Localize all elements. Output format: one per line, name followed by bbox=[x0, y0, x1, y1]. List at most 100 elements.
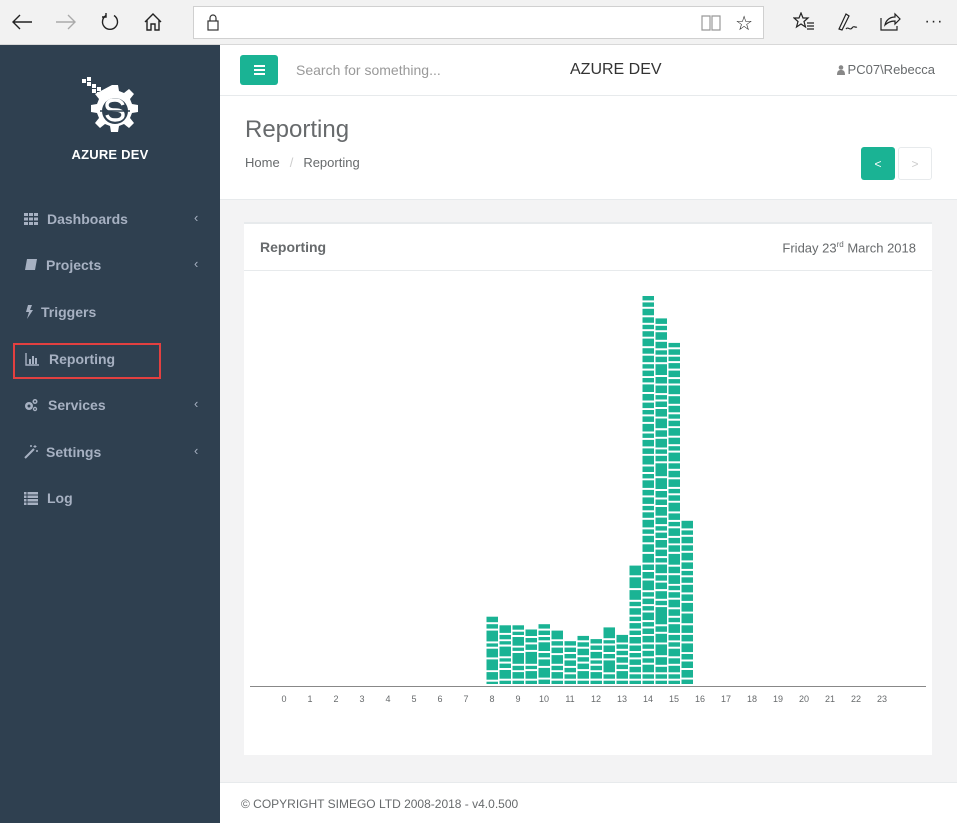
bar-segment[interactable] bbox=[668, 479, 681, 487]
bar-segment[interactable] bbox=[603, 645, 616, 653]
bar-segment[interactable] bbox=[616, 680, 629, 684]
bar-segment[interactable] bbox=[642, 331, 655, 337]
bar-segment[interactable] bbox=[681, 661, 694, 669]
bar-segment[interactable] bbox=[629, 653, 642, 658]
favorites-hub-button[interactable] bbox=[790, 8, 818, 36]
bar-segment[interactable] bbox=[525, 671, 538, 679]
bar-segment[interactable] bbox=[551, 665, 564, 671]
bar-segment[interactable] bbox=[668, 379, 681, 384]
bar-segment[interactable] bbox=[655, 438, 668, 448]
bar-segment[interactable] bbox=[525, 638, 538, 643]
bar-segment[interactable] bbox=[668, 463, 681, 469]
bar-segment[interactable] bbox=[668, 609, 681, 616]
bar-segment[interactable] bbox=[655, 418, 668, 429]
bar-segment[interactable] bbox=[655, 385, 668, 394]
bar-segment[interactable] bbox=[668, 446, 681, 451]
bar-segment[interactable] bbox=[629, 623, 642, 629]
bar-segment[interactable] bbox=[538, 667, 551, 678]
bar-segment[interactable] bbox=[668, 470, 681, 478]
bar-segment[interactable] bbox=[668, 674, 681, 679]
bar-segment[interactable] bbox=[655, 409, 668, 417]
bar-segment[interactable] bbox=[629, 637, 642, 644]
bar[interactable] bbox=[499, 625, 512, 684]
home-button[interactable] bbox=[139, 8, 167, 36]
book-icon[interactable] bbox=[701, 14, 721, 32]
bar-segment[interactable] bbox=[499, 625, 512, 633]
bar-segment[interactable] bbox=[681, 594, 694, 601]
bar-segment[interactable] bbox=[486, 643, 499, 647]
bar-segment[interactable] bbox=[525, 680, 538, 684]
bar-segment[interactable] bbox=[564, 660, 577, 666]
bar-segment[interactable] bbox=[668, 513, 681, 520]
bar-segment[interactable] bbox=[642, 378, 655, 383]
bar-segment[interactable] bbox=[642, 410, 655, 415]
bar-segment[interactable] bbox=[564, 654, 577, 659]
bar-segment[interactable] bbox=[551, 641, 564, 646]
previous-day-button[interactable]: < bbox=[861, 147, 895, 180]
bar-segment[interactable] bbox=[681, 570, 694, 576]
bar-segment[interactable] bbox=[655, 364, 668, 375]
bar-segment[interactable] bbox=[525, 629, 538, 637]
bar-segment[interactable] bbox=[590, 645, 603, 650]
bar-segment[interactable] bbox=[668, 363, 681, 369]
bar[interactable] bbox=[668, 342, 681, 684]
bar-segment[interactable] bbox=[642, 402, 655, 409]
bar-segment[interactable] bbox=[668, 420, 681, 427]
bar-segment[interactable] bbox=[681, 536, 694, 544]
bar-segment[interactable] bbox=[577, 663, 590, 670]
bar-segment[interactable] bbox=[642, 480, 655, 488]
bar-segment[interactable] bbox=[681, 679, 694, 684]
search-input[interactable] bbox=[296, 59, 516, 81]
bar-segment[interactable] bbox=[668, 370, 681, 378]
bar-segment[interactable] bbox=[655, 430, 668, 437]
bar-segment[interactable] bbox=[642, 512, 655, 518]
user-menu[interactable]: PC07\Rebecca bbox=[836, 62, 935, 77]
bar-segment[interactable] bbox=[603, 640, 616, 644]
bar-segment[interactable] bbox=[642, 384, 655, 392]
bar-segment[interactable] bbox=[603, 660, 616, 673]
bar-segment[interactable] bbox=[616, 671, 629, 679]
bar-segment[interactable] bbox=[655, 491, 668, 498]
bar-segment[interactable] bbox=[668, 617, 681, 623]
bar-segment[interactable] bbox=[616, 664, 629, 670]
bar-segment[interactable] bbox=[668, 452, 681, 462]
bar-segment[interactable] bbox=[590, 680, 603, 684]
bar-segment[interactable] bbox=[668, 437, 681, 445]
bar-segment[interactable] bbox=[642, 338, 655, 347]
bar-segment[interactable] bbox=[681, 577, 694, 583]
share-button[interactable] bbox=[876, 8, 904, 36]
bar-segment[interactable] bbox=[668, 634, 681, 641]
bar-segment[interactable] bbox=[655, 499, 668, 506]
back-button[interactable] bbox=[8, 8, 36, 36]
bar-segment[interactable] bbox=[668, 642, 681, 647]
bar-segment[interactable] bbox=[668, 648, 681, 657]
bar-segment[interactable] bbox=[512, 647, 525, 651]
bar-segment[interactable] bbox=[642, 308, 655, 316]
bar-segment[interactable] bbox=[616, 634, 629, 643]
bar-segment[interactable] bbox=[629, 577, 642, 589]
bar-segment[interactable] bbox=[655, 401, 668, 408]
bar-segment[interactable] bbox=[486, 648, 499, 658]
bar-segment[interactable] bbox=[668, 566, 681, 574]
forward-button[interactable] bbox=[52, 8, 80, 36]
bar-segment[interactable] bbox=[655, 377, 668, 384]
bar-segment[interactable] bbox=[577, 635, 590, 641]
bar-segment[interactable] bbox=[512, 665, 525, 671]
bar-segment[interactable] bbox=[655, 449, 668, 454]
bar-segment[interactable] bbox=[590, 672, 603, 679]
bar-segment[interactable] bbox=[668, 624, 681, 633]
bar-segment[interactable] bbox=[668, 553, 681, 565]
bar-segment[interactable] bbox=[538, 624, 551, 629]
bar-segment[interactable] bbox=[564, 647, 577, 652]
bar-segment[interactable] bbox=[668, 405, 681, 413]
bar-segment[interactable] bbox=[668, 592, 681, 598]
bar-segment[interactable] bbox=[499, 641, 512, 645]
bar-segment[interactable] bbox=[642, 302, 655, 307]
bar-segment[interactable] bbox=[642, 535, 655, 543]
bar-segment[interactable] bbox=[551, 647, 564, 654]
bar-segment[interactable] bbox=[655, 575, 668, 581]
bar-segment[interactable] bbox=[486, 630, 499, 642]
bar-segment[interactable] bbox=[642, 519, 655, 528]
bar-segment[interactable] bbox=[642, 355, 655, 363]
bar-segment[interactable] bbox=[629, 630, 642, 635]
